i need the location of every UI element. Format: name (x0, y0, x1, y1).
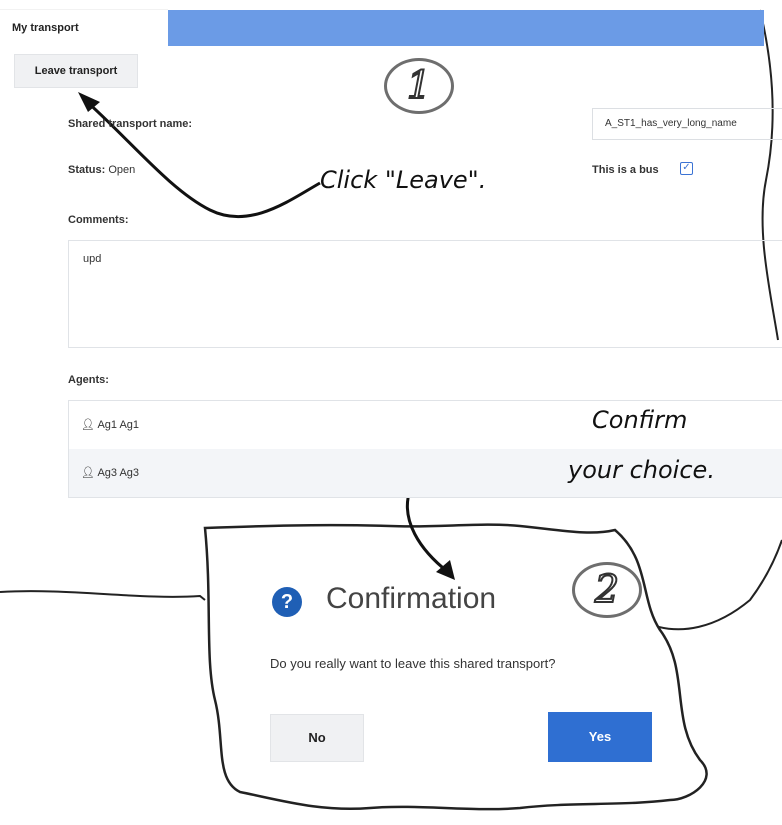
person-icon: 👤︎ (81, 467, 95, 479)
step-2-marker: 2 (572, 562, 642, 618)
step-1-marker: 1 (384, 58, 454, 114)
status-value: Open (108, 164, 136, 176)
yes-button[interactable]: Yes (548, 712, 652, 762)
status-label: Status: (68, 164, 106, 176)
agent-name: Ag1 Ag1 (97, 419, 140, 431)
annotation-confirm-line1: Confirm (592, 406, 688, 434)
shared-transport-name-label: Shared transport name: (68, 118, 193, 130)
agents-label: Agents: (68, 374, 109, 386)
status-text: Status: Open (68, 164, 135, 176)
comments-label: Comments: (68, 214, 129, 226)
help-icon: ? (272, 587, 302, 617)
comments-textarea[interactable]: upd (68, 240, 782, 348)
checkbox-checked-icon[interactable]: ✓ (680, 162, 693, 175)
dialog-message: Do you really want to leave this shared … (270, 656, 556, 671)
tab-my-transport[interactable]: My transport (0, 10, 168, 46)
dialog-title: Confirmation (326, 582, 497, 615)
annotation-click-leave: Click "Leave". (320, 166, 487, 194)
annotation-confirm-line2: your choice. (568, 456, 715, 484)
agent-name: Ag3 Ag3 (97, 467, 140, 479)
shared-transport-name-field[interactable]: A_ST1_has_very_long_name (592, 108, 782, 140)
person-icon: 👤︎ (81, 419, 95, 431)
no-button[interactable]: No (270, 714, 364, 762)
bus-checkbox-label: This is a bus (592, 164, 659, 176)
leave-transport-button[interactable]: Leave transport (14, 54, 138, 88)
